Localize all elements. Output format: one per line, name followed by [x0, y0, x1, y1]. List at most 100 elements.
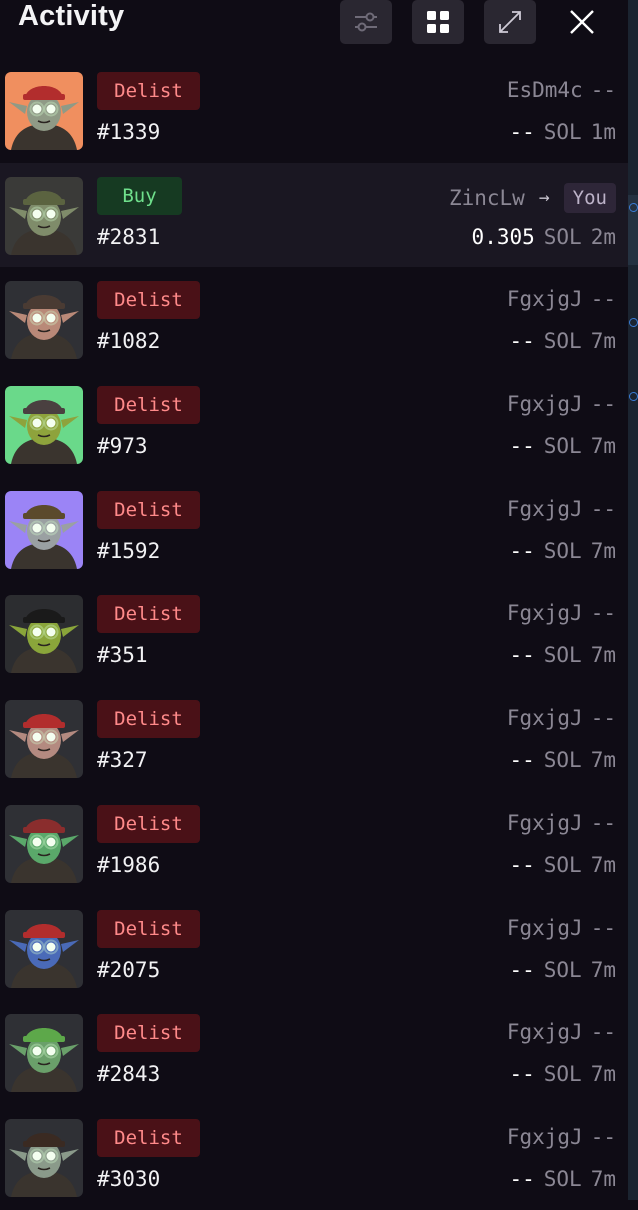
from-address[interactable]: FgxjgJ	[507, 1125, 583, 1149]
nft-thumbnail[interactable]	[5, 595, 83, 674]
scroll-marker	[629, 318, 638, 327]
activity-row[interactable]: Delist #351 FgxjgJ -- -- SOL 7m	[0, 581, 628, 686]
you-badge[interactable]: You	[563, 182, 616, 213]
scroll-marker	[629, 203, 638, 212]
from-address[interactable]: ZincLw	[449, 186, 525, 210]
grid-icon	[426, 10, 450, 34]
currency-label: SOL	[543, 748, 582, 773]
transaction-parties: FgxjgJ --	[507, 497, 616, 521]
nft-id[interactable]: #2843	[97, 1062, 160, 1086]
from-address[interactable]: FgxjgJ	[507, 1020, 583, 1044]
nft-thumbnail[interactable]	[5, 490, 83, 569]
activity-row[interactable]: Delist #2843 FgxjgJ -- -- SOL 7m	[0, 1000, 628, 1105]
price-amount: --	[509, 748, 535, 773]
delist-badge: Delist	[97, 909, 200, 948]
price-amount: --	[509, 852, 535, 877]
from-address[interactable]: FgxjgJ	[507, 392, 583, 416]
nft-thumbnail[interactable]	[5, 281, 83, 360]
price-line: -- SOL 7m	[509, 853, 616, 877]
activity-row[interactable]: Buy #2831 ZincLw → You 0.305 SOL 2m	[0, 162, 628, 268]
nft-thumbnail[interactable]	[5, 909, 83, 988]
nft-id[interactable]: #351	[97, 643, 148, 667]
timestamp: 7m	[590, 538, 616, 563]
from-address[interactable]: FgxjgJ	[507, 811, 583, 835]
from-address[interactable]: FgxjgJ	[507, 497, 583, 521]
timestamp: 7m	[590, 1166, 616, 1191]
from-address[interactable]: EsDm4c	[507, 78, 583, 102]
from-address[interactable]: FgxjgJ	[507, 706, 583, 730]
delist-badge: Delist	[97, 72, 200, 110]
nft-id[interactable]: #1986	[97, 853, 160, 877]
nft-thumbnail[interactable]	[5, 700, 83, 779]
close-button[interactable]	[556, 0, 608, 44]
timestamp: 7m	[590, 957, 616, 982]
to-address: --	[590, 601, 616, 626]
nft-id[interactable]: #1592	[97, 539, 160, 563]
activity-row[interactable]: Delist #3030 FgxjgJ -- -- SOL 7m	[0, 1105, 628, 1210]
transaction-parties: FgxjgJ --	[507, 916, 616, 940]
activity-row[interactable]: Delist #2075 FgxjgJ -- -- SOL 7m	[0, 896, 628, 1001]
nft-thumbnail[interactable]	[5, 72, 83, 150]
close-icon	[569, 9, 595, 35]
timestamp: 7m	[590, 643, 616, 668]
price-amount: --	[509, 957, 535, 982]
timestamp: 2m	[590, 224, 616, 249]
price-amount: --	[509, 1166, 535, 1191]
nft-thumbnail[interactable]	[5, 386, 83, 465]
to-address: --	[590, 78, 616, 102]
transaction-parties: FgxjgJ --	[507, 1125, 616, 1149]
from-address[interactable]: FgxjgJ	[507, 287, 583, 311]
activity-row[interactable]: Delist #1986 FgxjgJ -- -- SOL 7m	[0, 791, 628, 896]
nft-id[interactable]: #1082	[97, 329, 160, 353]
price-line: -- SOL 7m	[509, 1167, 616, 1191]
currency-label: SOL	[543, 643, 582, 668]
currency-label: SOL	[543, 1062, 582, 1087]
transaction-parties: EsDm4c --	[507, 78, 616, 102]
activity-row[interactable]: Delist #327 FgxjgJ -- -- SOL 7m	[0, 686, 628, 791]
sliders-icon	[353, 9, 379, 35]
from-address[interactable]: FgxjgJ	[507, 916, 583, 940]
nft-thumbnail[interactable]	[5, 176, 83, 255]
nft-id[interactable]: #973	[97, 434, 148, 458]
nft-thumbnail[interactable]	[5, 1014, 83, 1093]
currency-label: SOL	[543, 852, 582, 877]
nft-id[interactable]: #2075	[97, 958, 160, 982]
activity-row[interactable]: Delist #1339 EsDm4c -- -- SOL 1m	[0, 58, 628, 163]
arrow-right-icon: →	[538, 187, 550, 209]
nft-id[interactable]: #327	[97, 748, 148, 772]
currency-label: SOL	[543, 1166, 582, 1191]
to-address: --	[590, 496, 616, 521]
to-address: --	[590, 1020, 616, 1045]
grid-view-button[interactable]	[412, 0, 464, 44]
price-amount: --	[509, 329, 535, 354]
timestamp: 7m	[590, 329, 616, 354]
nft-thumbnail[interactable]	[5, 1118, 83, 1197]
nft-id[interactable]: #2831	[97, 225, 160, 249]
nft-id[interactable]: #3030	[97, 1167, 160, 1191]
delist-badge: Delist	[97, 700, 200, 739]
scrollbar[interactable]	[628, 0, 638, 1200]
nft-thumbnail[interactable]	[5, 804, 83, 883]
activity-header: Activity	[0, 0, 628, 50]
to-address: --	[590, 1124, 616, 1149]
to-address: --	[590, 915, 616, 940]
activity-row[interactable]: Delist #1592 FgxjgJ -- -- SOL 7m	[0, 477, 628, 582]
expand-button[interactable]	[484, 0, 536, 44]
currency-label: SOL	[543, 434, 582, 459]
from-address[interactable]: FgxjgJ	[507, 601, 583, 625]
currency-label: SOL	[543, 957, 582, 982]
filter-button[interactable]	[340, 0, 392, 44]
delist-badge: Delist	[97, 595, 200, 634]
timestamp: 1m	[590, 120, 616, 144]
currency-label: SOL	[543, 329, 582, 354]
buy-badge: Buy	[97, 176, 182, 215]
delist-badge: Delist	[97, 490, 200, 529]
timestamp: 7m	[590, 852, 616, 877]
activity-row[interactable]: Delist #1082 FgxjgJ -- -- SOL 7m	[0, 267, 628, 372]
nft-id[interactable]: #1339	[97, 120, 160, 144]
transaction-parties: FgxjgJ --	[507, 1020, 616, 1044]
timestamp: 7m	[590, 1062, 616, 1087]
transaction-parties: FgxjgJ --	[507, 706, 616, 730]
activity-row[interactable]: Delist #973 FgxjgJ -- -- SOL 7m	[0, 372, 628, 477]
activity-list: Delist #1339 EsDm4c -- -- SOL 1m Buy #2831 ZincLw…	[0, 58, 628, 1210]
